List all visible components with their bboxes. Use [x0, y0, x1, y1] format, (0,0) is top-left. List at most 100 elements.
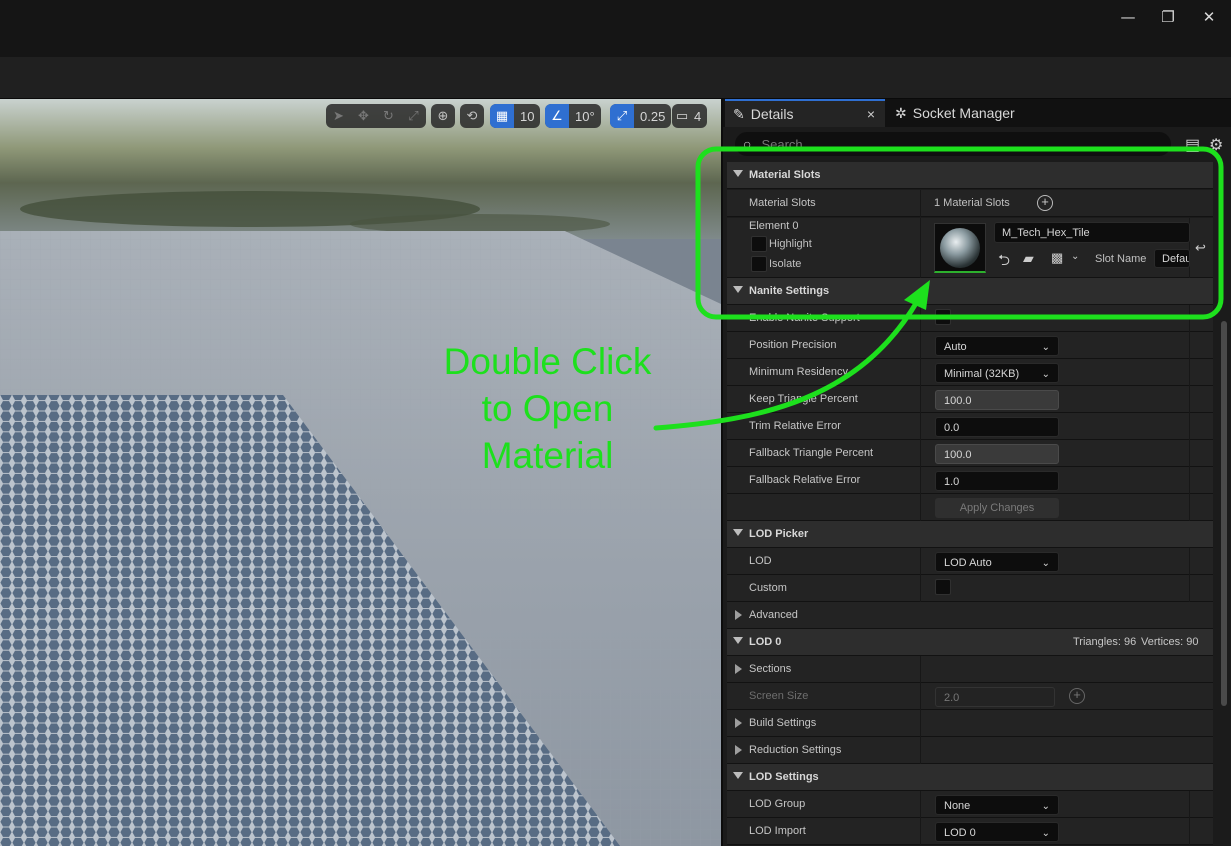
build-settings-row[interactable]: Build Settings — [727, 710, 1213, 737]
property-label: Fallback Relative Error — [749, 474, 861, 486]
enable-nanite-checkbox[interactable] — [935, 309, 951, 325]
slot-name-label: Slot Name — [1095, 253, 1147, 265]
gear-icon[interactable]: ⚙ — [1209, 135, 1223, 155]
dropdown-value: None — [944, 800, 971, 812]
triangle-count: Triangles: 96 — [1073, 636, 1137, 648]
expand-arrow-icon — [733, 170, 743, 177]
property-label: Keep Triangle Percent — [749, 393, 858, 405]
move-icon[interactable]: ✥ — [351, 104, 376, 128]
dropdown-value: Minimal (32KB) — [944, 368, 1020, 380]
lod-import-dropdown[interactable]: LOD 0 ⌄ — [935, 822, 1059, 842]
custom-checkbox[interactable] — [935, 579, 951, 595]
min-residency-dropdown[interactable]: Minimal (32KB) ⌄ — [935, 363, 1059, 383]
position-precision-dropdown[interactable]: Auto ⌄ — [935, 336, 1059, 356]
category-lod0[interactable]: LOD 0 Triangles: 96 Vertices: 90 — [727, 629, 1213, 656]
search-placeholder: Search — [761, 136, 803, 152]
grid-icon: ▦ — [490, 104, 514, 128]
property-label: Fallback Triangle Percent — [749, 447, 874, 459]
field-value: 1.0 — [944, 476, 960, 488]
lod-row: LOD LOD Auto ⌄ — [727, 548, 1213, 575]
lod-import-row: LOD Import LOD 0 ⌄ — [727, 818, 1213, 845]
category-lod-picker[interactable]: LOD Picker — [727, 521, 1213, 548]
browse-folder-icon[interactable]: ▰ — [1023, 250, 1034, 267]
isolate-checkbox[interactable] — [751, 256, 767, 272]
restore-button[interactable]: ❐ — [1155, 6, 1181, 28]
chevron-down-icon: ⌄ — [1041, 369, 1050, 380]
minimize-button[interactable]: — — [1115, 6, 1141, 28]
custom-row: Custom — [727, 575, 1213, 602]
property-label: Enable Nanite Support — [749, 312, 860, 324]
slot-name-field[interactable]: Defau — [1154, 249, 1190, 268]
fallback-triangle-row: Fallback Triangle Percent 100.0 — [727, 440, 1213, 467]
close-tab-icon[interactable]: × — [867, 106, 875, 122]
property-label: Position Precision — [749, 339, 837, 351]
annotation-line: Material — [481, 435, 614, 476]
property-label: LOD Import — [749, 825, 806, 837]
category-lod-settings[interactable]: LOD Settings — [727, 764, 1213, 791]
fallback-error-field[interactable]: 1.0 — [935, 471, 1059, 491]
chevron-down-icon: ⌄ — [1041, 828, 1050, 839]
scale-snap-value[interactable]: 0.25 — [634, 104, 671, 128]
search-input[interactable]: ○ Search — [735, 132, 1171, 156]
property-label: Screen Size — [749, 690, 809, 702]
add-screen-size-icon[interactable]: + — [1069, 688, 1085, 704]
chevron-down-icon: ⌄ — [1041, 342, 1050, 353]
material-asset-picker[interactable]: M_Tech_Hex_Tile — [994, 222, 1190, 243]
category-material-slots[interactable]: Material Slots — [727, 162, 1213, 189]
use-selected-icon[interactable]: ⮌ — [998, 250, 1010, 275]
expand-arrow-icon — [735, 745, 742, 755]
camera-speed-button[interactable]: ▭ 4 — [672, 104, 708, 128]
rotation-snap-value[interactable]: 10° — [569, 104, 601, 128]
rotate-icon[interactable]: ↻ — [376, 104, 401, 128]
advanced-row[interactable]: Advanced — [727, 602, 1213, 629]
slot-name-value: Defau — [1162, 253, 1190, 265]
checker-icon[interactable]: ▩ — [1051, 250, 1063, 266]
annotation-line: Double Click — [443, 341, 652, 382]
rotation-snap-toggle[interactable]: ∠ 10° — [545, 104, 601, 128]
dropdown-chevron-icon[interactable]: ⌄ — [1071, 251, 1079, 262]
property-label: LOD Group — [749, 798, 806, 810]
details-scrollbar[interactable] — [1221, 321, 1227, 706]
apply-changes-button[interactable]: Apply Changes — [935, 498, 1059, 518]
highlight-label: Highlight — [769, 238, 812, 250]
sections-row[interactable]: Sections — [727, 656, 1213, 683]
expand-arrow-icon — [733, 637, 743, 644]
scale-icon[interactable]: ⤢ — [401, 104, 426, 128]
scale-snap-toggle[interactable]: ⤢ 0.25 — [610, 104, 672, 128]
reduction-settings-row[interactable]: Reduction Settings — [727, 737, 1213, 764]
search-icon: ○ — [743, 136, 752, 152]
tab-details[interactable]: ✎ Details × — [725, 99, 885, 127]
grid-snap-toggle[interactable]: ▦ 10 — [490, 104, 541, 128]
fallback-triangle-field[interactable]: 100.0 — [935, 444, 1059, 464]
material-thumbnail[interactable] — [934, 223, 986, 273]
tab-socket-manager[interactable]: ✲ Socket Manager — [891, 99, 1051, 127]
surface-snap-icon[interactable]: ⟲ — [460, 104, 484, 128]
expand-arrow-icon — [735, 610, 742, 620]
category-nanite-settings[interactable]: Nanite Settings — [727, 278, 1213, 305]
field-value: 2.0 — [944, 692, 960, 704]
property-label: Custom — [749, 582, 787, 594]
expand-arrow-icon — [733, 286, 743, 293]
category-label: Material Slots — [749, 169, 821, 181]
min-residency-row: Minimum Residency Minimal (32KB) ⌄ — [727, 359, 1213, 386]
lod-group-dropdown[interactable]: None ⌄ — [935, 795, 1059, 815]
select-icon[interactable]: ➤ — [326, 104, 351, 128]
keep-triangle-field[interactable]: 100.0 — [935, 390, 1059, 410]
highlight-checkbox[interactable] — [751, 236, 767, 252]
screen-size-field[interactable]: 2.0 — [935, 687, 1055, 707]
position-precision-row: Position Precision Auto ⌄ — [727, 332, 1213, 359]
table-view-icon[interactable]: ▤ — [1185, 135, 1200, 155]
category-label: Nanite Settings — [749, 285, 830, 297]
lod-dropdown[interactable]: LOD Auto ⌄ — [935, 552, 1059, 572]
grid-snap-value[interactable]: 10 — [514, 104, 540, 128]
property-label: Reduction Settings — [749, 744, 842, 756]
close-window-button[interactable]: ✕ — [1196, 6, 1222, 28]
field-value: 0.0 — [944, 422, 960, 434]
property-label: Sections — [749, 663, 792, 675]
add-material-slot-icon[interactable]: + — [1037, 195, 1053, 211]
world-local-icon[interactable]: ⊕ — [431, 104, 455, 128]
reset-arrow-icon[interactable]: ↩ — [1195, 240, 1206, 256]
pencil-icon: ✎ — [733, 105, 745, 122]
property-label: Minimum Residency — [749, 366, 849, 378]
trim-error-field[interactable]: 0.0 — [935, 417, 1059, 437]
